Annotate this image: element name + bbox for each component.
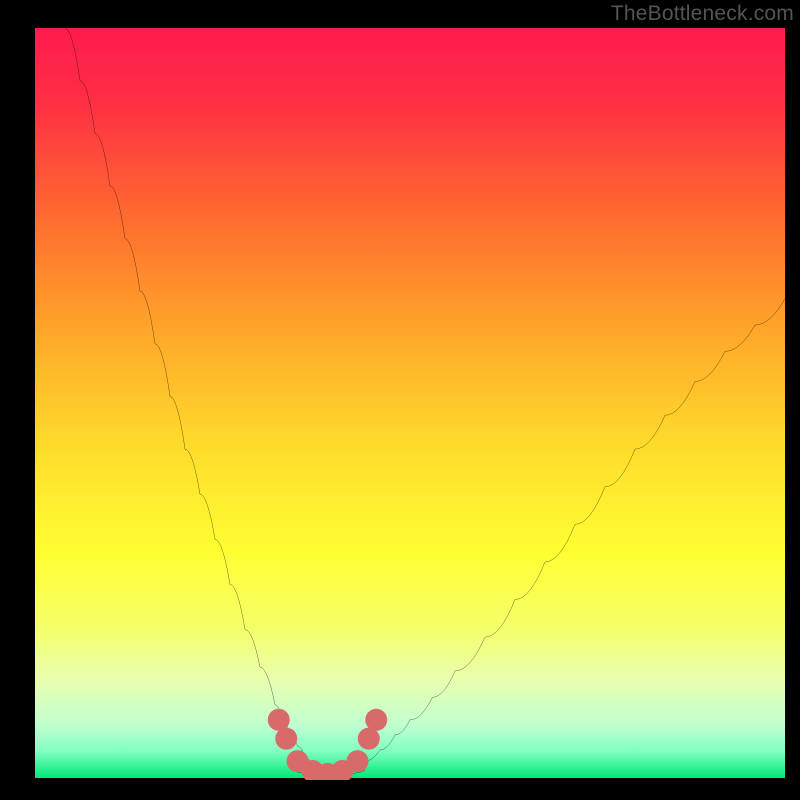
- marker-point: [365, 709, 387, 731]
- marker-point: [275, 728, 297, 750]
- curve-left-curve: [65, 28, 320, 771]
- curve-layer: [35, 28, 785, 780]
- plot-area: [35, 28, 785, 780]
- marker-point: [347, 750, 369, 772]
- chart-frame: TheBottleneck.com: [0, 0, 800, 800]
- marker-point: [268, 709, 290, 731]
- marker-point: [358, 728, 380, 750]
- watermark-text: TheBottleneck.com: [611, 2, 794, 26]
- curve-right-curve: [350, 299, 785, 771]
